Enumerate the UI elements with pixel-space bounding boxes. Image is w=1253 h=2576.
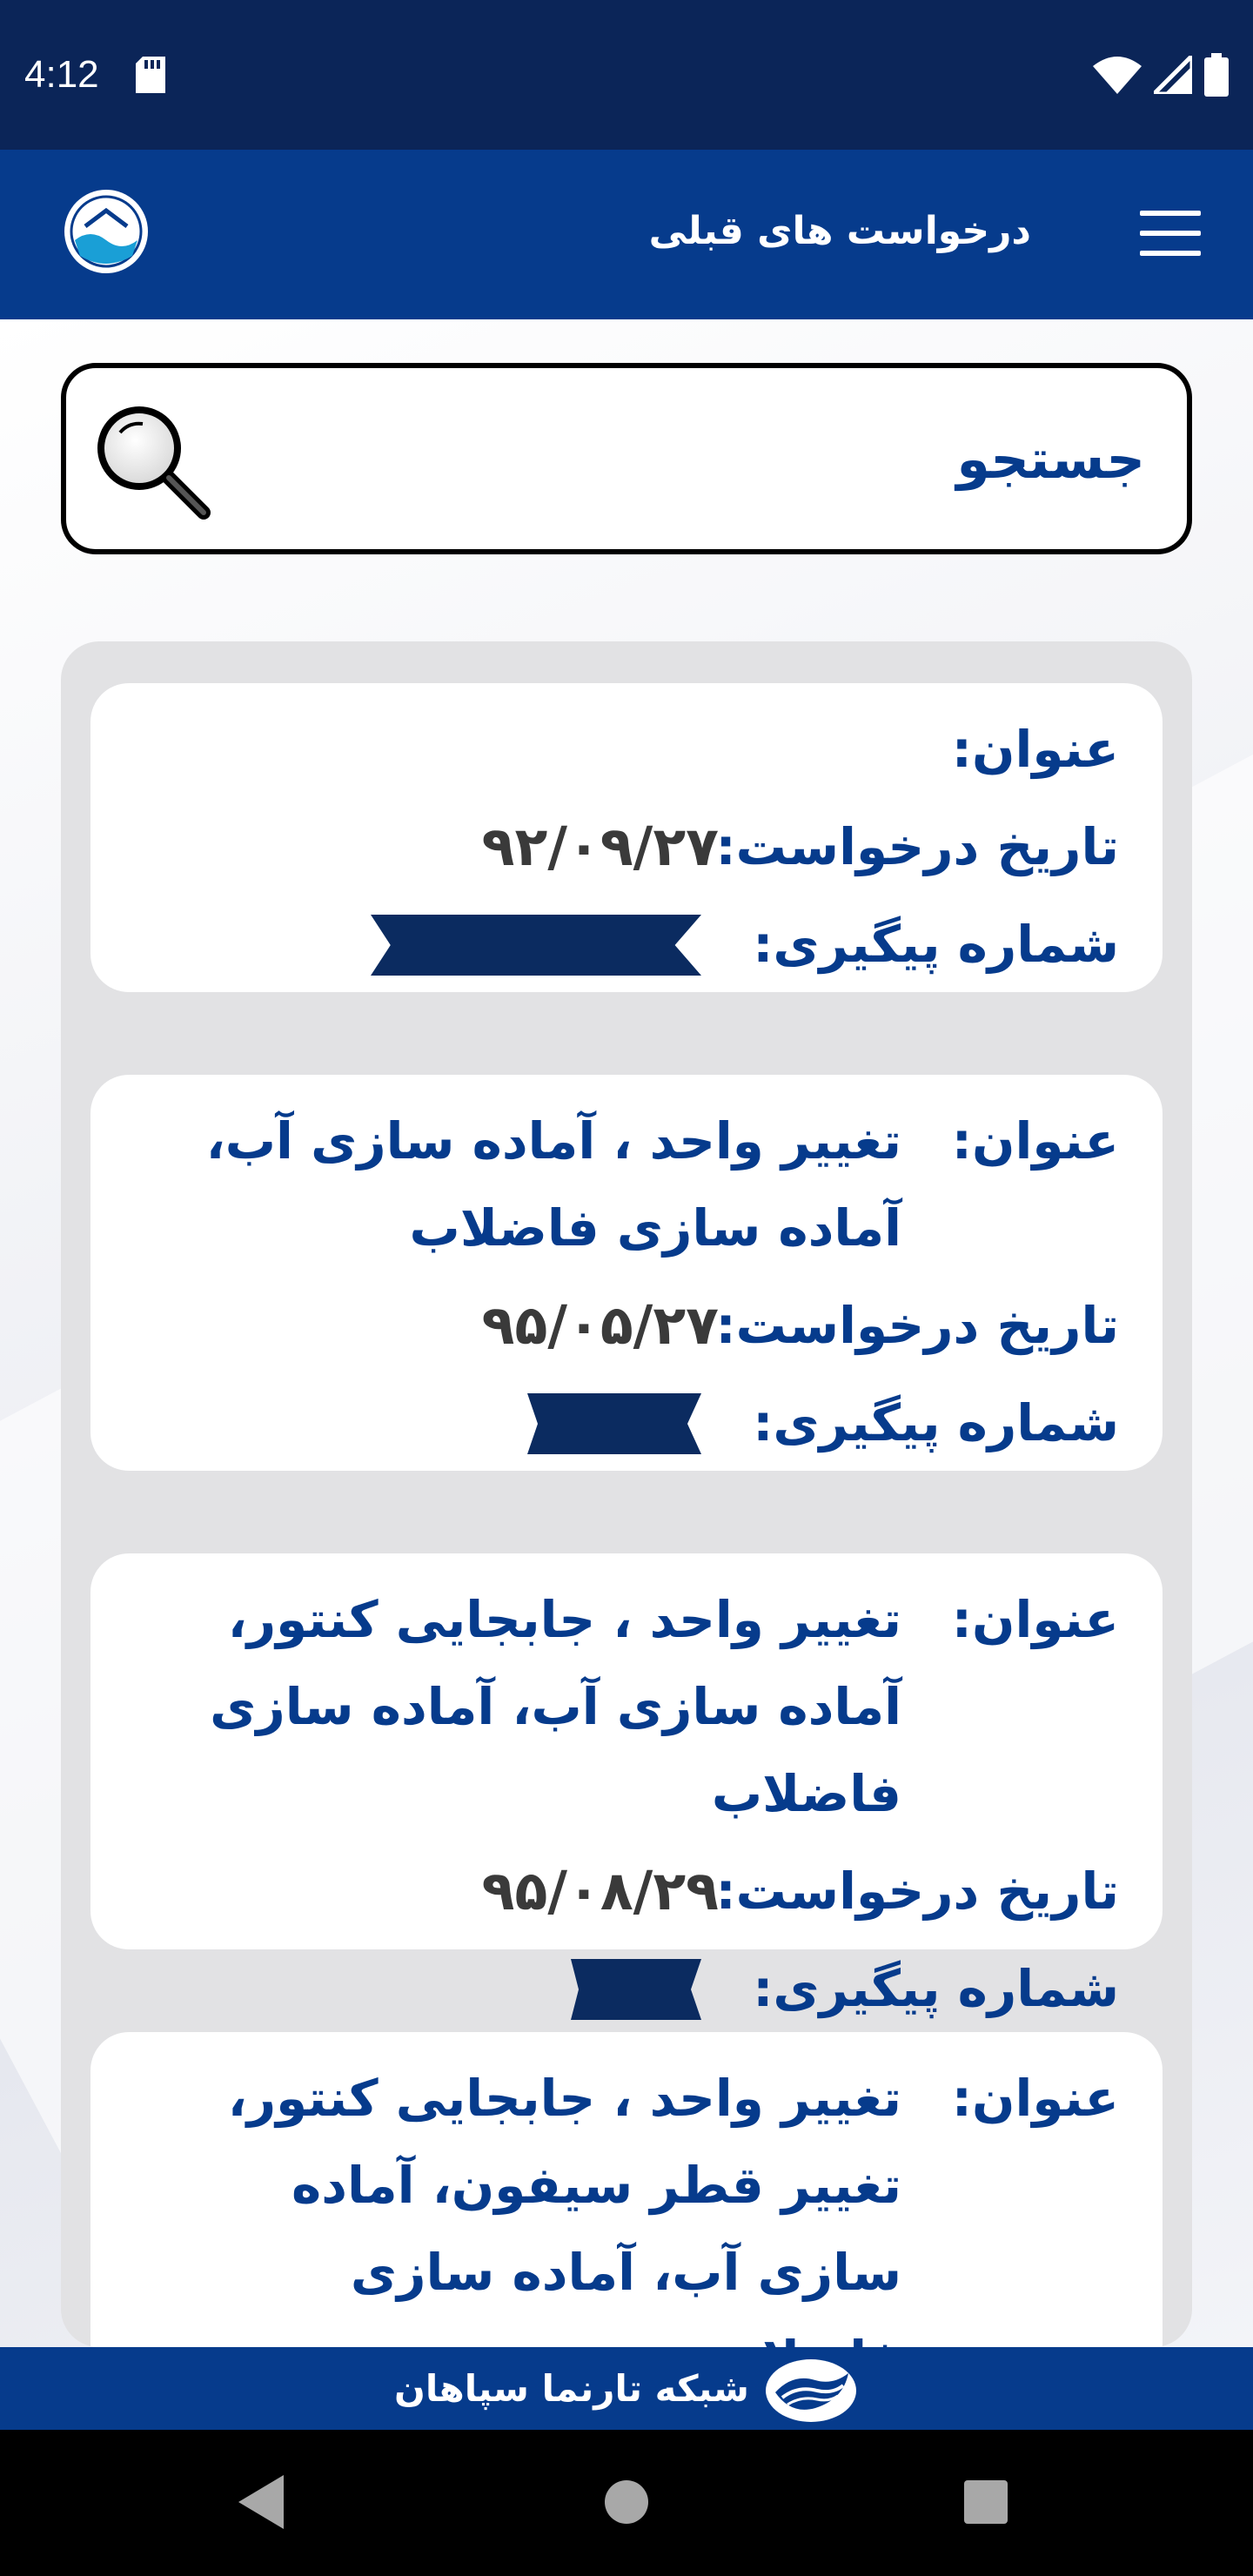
water-company-logo xyxy=(64,190,148,273)
signal-icon xyxy=(1154,56,1192,94)
title-value: تغییر واحد ، جابجایی کنتور، تغییر قطر سی… xyxy=(227,2069,901,2347)
tracking-row: شماره پیگیری: xyxy=(134,1945,1119,2032)
status-time: 4:12 xyxy=(24,53,99,96)
content-area: جستجو عنوان: تاریخ درخواست: ۹۲/۰۹/۲۷ شما… xyxy=(0,319,1253,2347)
footer-text: شبکه تارنما سپاهان xyxy=(394,2367,749,2410)
request-card[interactable]: عنوان: تاریخ درخواست: ۹۲/۰۹/۲۷ شماره پیگ… xyxy=(90,683,1163,992)
redacted-tracking-number xyxy=(371,915,701,976)
tracking-label: شماره پیگیری: xyxy=(753,1959,1119,2018)
title-label: عنوان: xyxy=(951,1590,1119,1649)
date-row: تاریخ درخواست: ۹۲/۰۹/۲۷ xyxy=(134,803,1119,890)
title-label: عنوان: xyxy=(951,2069,1119,2128)
title-label: عنوان: xyxy=(951,1111,1119,1171)
tarnama-logo xyxy=(765,2358,856,2422)
date-label: تاریخ درخواست: xyxy=(715,1862,1119,1921)
request-card[interactable]: عنوان: تغییر واحد ، آماده سازی آب، آماده… xyxy=(90,1075,1163,1471)
recents-icon[interactable] xyxy=(964,2480,1008,2524)
redacted-tracking-number xyxy=(571,1959,701,2020)
title-value: تغییر واحد ، آماده سازی آب، آماده سازی ف… xyxy=(205,1111,901,1258)
back-icon[interactable] xyxy=(235,2473,287,2531)
title-row: عنوان: تغییر واحد ، آماده سازی آب، آماده… xyxy=(134,1097,1119,1271)
title-row: عنوان: xyxy=(134,706,1119,793)
date-label: تاریخ درخواست: xyxy=(715,817,1119,876)
sd-card-icon xyxy=(135,57,165,93)
tracking-label: شماره پیگیری: xyxy=(753,1393,1119,1452)
system-nav-bar xyxy=(0,2430,1253,2576)
tracking-row: شماره پیگیری: xyxy=(134,901,1119,988)
date-value: ۹۵/۰۸/۲۹ xyxy=(481,1859,719,1922)
title-label: عنوان: xyxy=(951,720,1119,779)
date-value: ۹۲/۰۹/۲۷ xyxy=(481,815,719,878)
search-box[interactable]: جستجو xyxy=(61,363,1192,554)
tracking-row: شماره پیگیری: xyxy=(134,1379,1119,1466)
title-value: تغییر واحد ، جابجایی کنتور، آماده سازی آ… xyxy=(210,1590,901,1823)
footer-brand: شبکه تارنما سپاهان xyxy=(0,2347,1253,2430)
hamburger-menu-icon[interactable] xyxy=(1140,211,1201,256)
status-left: 4:12 xyxy=(24,53,165,97)
app-bar: درخواست های قبلی xyxy=(0,150,1253,319)
status-right xyxy=(1093,53,1229,97)
request-card[interactable]: عنوان: تغییر واحد ، جابجایی کنتور، تغییر… xyxy=(90,2032,1163,2347)
title-row: عنوان: تغییر واحد ، جابجایی کنتور، تغییر… xyxy=(134,2055,1119,2347)
request-card[interactable]: عنوان: تغییر واحد ، جابجایی کنتور، آماده… xyxy=(90,1553,1163,2020)
date-row: تاریخ درخواست: ۹۵/۰۵/۲۷ xyxy=(134,1282,1119,1369)
tracking-label: شماره پیگیری: xyxy=(753,915,1119,974)
redacted-tracking-number xyxy=(527,1393,701,1454)
wifi-icon xyxy=(1093,57,1142,94)
date-label: تاریخ درخواست: xyxy=(715,1296,1119,1355)
battery-icon xyxy=(1204,53,1229,97)
magnifier-icon[interactable] xyxy=(85,396,216,527)
page-title: درخواست های قبلی xyxy=(648,209,1031,253)
search-label: جستجو xyxy=(956,427,1145,491)
status-bar: 4:12 xyxy=(0,0,1253,150)
date-value: ۹۵/۰۵/۲۷ xyxy=(481,1293,719,1357)
requests-list[interactable]: عنوان: تاریخ درخواست: ۹۲/۰۹/۲۷ شماره پیگ… xyxy=(61,641,1192,2347)
date-row: تاریخ درخواست: ۹۵/۰۸/۲۹ xyxy=(134,1848,1119,1935)
home-icon[interactable] xyxy=(605,2480,648,2524)
title-row: عنوان: تغییر واحد ، جابجایی کنتور، آماده… xyxy=(134,1576,1119,1837)
